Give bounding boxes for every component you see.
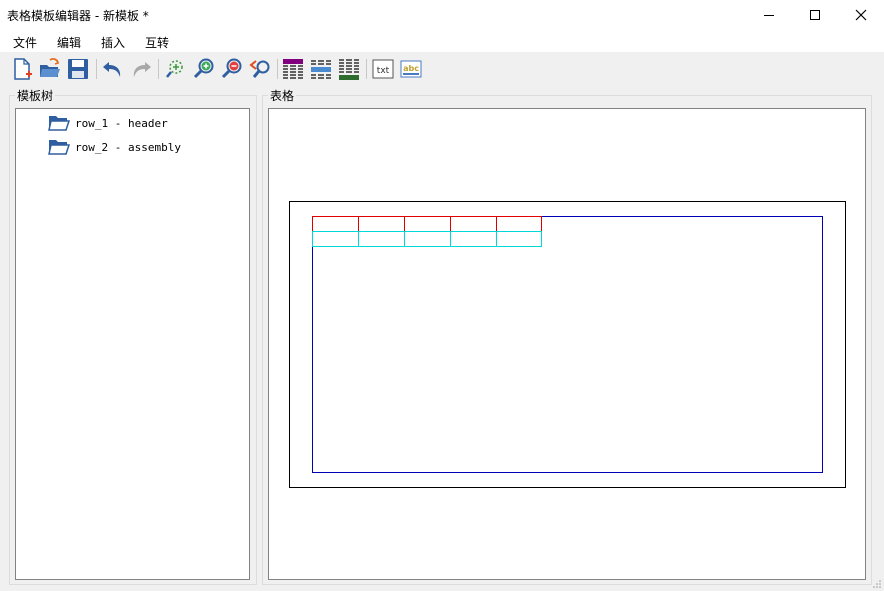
zoom-fit-icon: [166, 60, 183, 78]
menu-bar: 文件 编辑 插入 互转: [0, 30, 884, 52]
folder-open-icon: [48, 116, 70, 131]
tree-node[interactable]: row_1 - header: [48, 113, 168, 133]
zoom-out-button[interactable]: [220, 57, 244, 81]
table-area[interactable]: [312, 216, 823, 473]
text-box-icon: txt: [372, 59, 394, 79]
text-field-glyph: abc: [403, 64, 419, 73]
zoom-in-button[interactable]: [192, 57, 216, 81]
table-header-icon: [283, 59, 303, 79]
footer-style-button[interactable]: [337, 57, 361, 81]
zoom-reset-button[interactable]: [248, 57, 272, 81]
undo-icon: [103, 62, 121, 77]
save-button[interactable]: [66, 57, 90, 81]
menu-convert[interactable]: 互转: [145, 34, 169, 51]
toolbar-separator: [96, 59, 97, 79]
tree-node-label: row_2 - assembly: [75, 140, 181, 154]
redo-icon: [133, 62, 151, 77]
maximize-icon: [810, 10, 820, 20]
new-file-icon: [14, 58, 32, 80]
undo-button[interactable]: [101, 57, 125, 81]
template-tree[interactable]: row_1 - header row_2 - assembly: [15, 108, 250, 580]
header-cell[interactable]: [312, 216, 359, 232]
toolbar: txt abc: [0, 52, 884, 86]
header-cell[interactable]: [496, 216, 542, 232]
tree-node-label: row_1 - header: [75, 116, 168, 130]
toolbar-separator: [277, 59, 278, 79]
table-body-icon: [311, 60, 331, 79]
menu-file[interactable]: 文件: [13, 34, 37, 51]
assembly-cell[interactable]: [404, 231, 451, 247]
tree-node[interactable]: row_2 - assembly: [48, 137, 181, 157]
body-style-button[interactable]: [309, 57, 333, 81]
text-box-glyph: txt: [377, 66, 390, 76]
text-field-icon: abc: [400, 60, 422, 78]
assembly-cell[interactable]: [496, 231, 542, 247]
zoom-fit-button[interactable]: [164, 57, 188, 81]
assembly-cell[interactable]: [358, 231, 405, 247]
text-field-button[interactable]: abc: [399, 57, 423, 81]
header-cell[interactable]: [450, 216, 497, 232]
maximize-button[interactable]: [792, 0, 838, 30]
zoom-in-icon: [193, 58, 214, 79]
toolbar-separator: [158, 59, 159, 79]
resize-grip-icon[interactable]: [872, 579, 882, 589]
close-button[interactable]: [838, 0, 884, 30]
window-title: 表格模板编辑器 - 新模板 *: [7, 9, 149, 23]
folder-open-icon: [48, 140, 70, 155]
zoom-reset-icon: [249, 60, 270, 78]
table-footer-icon: [339, 59, 359, 80]
menu-insert[interactable]: 插入: [101, 34, 125, 51]
assembly-cell[interactable]: [450, 231, 497, 247]
zoom-out-icon: [221, 58, 242, 79]
title-bar: 表格模板编辑器 - 新模板 *: [0, 0, 884, 30]
minimize-button[interactable]: [746, 0, 792, 30]
header-cell[interactable]: [404, 216, 451, 232]
open-button[interactable]: [38, 57, 62, 81]
text-box-button[interactable]: txt: [371, 57, 395, 81]
menu-edit[interactable]: 编辑: [57, 34, 81, 51]
minimize-icon: [764, 14, 774, 16]
toolbar-separator: [366, 59, 367, 79]
tree-group-label: 模板树: [15, 87, 56, 104]
new-file-button[interactable]: [10, 57, 34, 81]
header-cell[interactable]: [358, 216, 405, 232]
assembly-cell[interactable]: [312, 231, 359, 247]
redo-button[interactable]: [129, 57, 153, 81]
save-icon: [68, 59, 88, 79]
canvas-group-label: 表格: [268, 87, 297, 104]
open-folder-icon: [40, 58, 60, 77]
close-icon: [855, 9, 867, 21]
header-style-button[interactable]: [281, 57, 305, 81]
